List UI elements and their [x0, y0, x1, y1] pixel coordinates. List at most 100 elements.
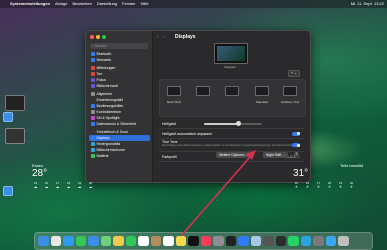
dock-app-icon[interactable]	[238, 235, 249, 247]
finder-icon-left[interactable]	[3, 112, 13, 122]
weather-widget-right[interactable]: Teile bewölkt 31° 15 ☀ 16 ☀ 17 ☀ 18 ☀ 19 ☀ 20 ☀	[293, 163, 363, 189]
dock-app-icon[interactable]	[213, 235, 224, 247]
minimize-icon[interactable]	[96, 35, 100, 39]
displays-pane: ‹ › Displays Integriert + ⌄ Mehr Platz S…	[153, 31, 310, 182]
dock-app-icon[interactable]	[138, 235, 149, 247]
brightness-slider[interactable]	[204, 121, 262, 126]
sidebar-item-label: Displays	[96, 136, 110, 140]
menu-extras: Mi. 11. Sept. 13:22	[346, 0, 384, 8]
sidebar-item-icon	[91, 148, 95, 152]
sidebar-item[interactable]: Batterie	[89, 153, 150, 159]
dock-app-icon[interactable]	[50, 235, 61, 247]
weather-icon: ☀	[294, 185, 299, 189]
menu-hilfe[interactable]: Hilfe	[141, 0, 149, 8]
screen-icon	[225, 86, 239, 96]
sidebar-item-label: Bedienungshilfen	[96, 104, 124, 108]
menu-ablage[interactable]: Ablage	[55, 0, 67, 8]
resolution-label-more-space: Mehr Platz	[166, 100, 182, 104]
auto-brightness-toggle[interactable]	[292, 131, 300, 136]
search-icon: ⌕	[92, 44, 94, 48]
forecast-hour: 16 ☀	[304, 181, 311, 189]
dock-app-icon[interactable]	[188, 235, 199, 247]
forward-button[interactable]: ›	[163, 34, 164, 39]
weather-widget-left[interactable]: Essen 28° 15 ☁ 16 ☁ 17 ☁ 18 ☁ 19 ☁ 20 ☁	[32, 163, 94, 189]
sidebar-item-icon	[91, 52, 95, 56]
dock-app-icon[interactable]	[150, 235, 161, 247]
sidebar-item-label: Schreibtisch & Dock	[96, 130, 128, 134]
back-button[interactable]: ‹	[157, 34, 158, 39]
sidebar-item-icon	[91, 136, 95, 140]
display-thumbnail[interactable]	[214, 43, 248, 64]
desktop-thumbnail-1[interactable]	[5, 95, 25, 111]
dock-app-icon[interactable]	[275, 235, 286, 247]
weather-icon: ☁	[88, 185, 93, 189]
dock-app-icon[interactable]	[175, 235, 186, 247]
weather-icon: ☀	[327, 185, 332, 189]
nav-arrows: ‹ ›	[157, 34, 165, 39]
desktop-thumbnail-2[interactable]	[5, 128, 25, 144]
dock-app-icon[interactable]	[125, 235, 136, 247]
sidebar-item-label: Datenschutz & Sicherheit	[96, 122, 136, 126]
sidebar-list: Bluetooth Netzwerk Mitteilungen Ton Fokus Bil…	[89, 51, 150, 159]
dock-app-icon[interactable]	[88, 235, 99, 247]
dock-app-icon[interactable]	[100, 235, 111, 247]
night-shift-button[interactable]: Night Shift ...	[263, 152, 288, 158]
menu-bearbeiten[interactable]: Bearbeiten	[72, 0, 91, 8]
resolution-option[interactable]	[193, 86, 213, 98]
zoom-icon[interactable]	[102, 35, 106, 39]
dock-app-icon[interactable]	[338, 235, 349, 247]
clock[interactable]: Mi. 11. Sept. 13:22	[351, 0, 384, 8]
brightness-label: Helligkeit	[162, 121, 177, 126]
forecast-hour: 19 ☀	[337, 181, 344, 189]
dock-app-icon[interactable]	[163, 235, 174, 247]
sidebar-item-label: Batterie	[96, 154, 109, 158]
advanced-options-button[interactable]: Weitere Optionen ...	[216, 152, 252, 158]
forecast-hour: 15 ☁	[32, 181, 39, 189]
brightness-fill	[204, 123, 239, 125]
color-profile-label: Farbprofil	[162, 154, 177, 159]
screen-icon	[196, 86, 210, 96]
add-display-button[interactable]: + ⌄	[288, 70, 300, 77]
sidebar-item-icon	[91, 98, 95, 102]
sidebar-item-label: Bluetooth	[96, 52, 112, 56]
menu-bar: Systemeinstellungen Ablage Bearbeiten Da…	[0, 0, 387, 8]
dock-app-icon[interactable]	[225, 235, 236, 247]
dock-app-icon[interactable]	[288, 235, 299, 247]
settings-icon-left[interactable]	[3, 186, 13, 196]
sidebar-item-icon	[91, 92, 95, 96]
dock-app-icon[interactable]	[313, 235, 324, 247]
brightness-knob[interactable]	[236, 121, 242, 126]
dock-app-icon[interactable]	[113, 235, 124, 247]
forecast-hour: 15 ☀	[293, 181, 300, 189]
weather-icon: ☀	[338, 185, 343, 189]
sidebar-item-icon	[91, 104, 95, 108]
settings-window: ⌕Suchen Bluetooth Netzwerk Mitteilungen Ton…	[85, 30, 311, 183]
dock-app-icon[interactable]	[263, 235, 274, 247]
weather-temperature: 31°	[293, 168, 309, 179]
menu-fenster[interactable]: Fenster	[122, 0, 136, 8]
dock-app-icon[interactable]	[63, 235, 74, 247]
help-button[interactable]: ?	[294, 152, 299, 157]
sidebar-item-icon	[91, 154, 95, 158]
page-title: Displays	[175, 34, 196, 40]
menu-darstellung[interactable]: Darstellung	[97, 0, 117, 8]
dock-app-icon[interactable]	[300, 235, 311, 247]
dock-app-icon[interactable]	[75, 235, 86, 247]
resolution-option[interactable]	[164, 86, 184, 98]
resolution-option[interactable]	[222, 86, 242, 98]
sidebar-item-label: Fokus	[96, 78, 107, 82]
dock-app-icon[interactable]	[325, 235, 336, 247]
dock-app-icon[interactable]	[38, 235, 49, 247]
search-placeholder: Suchen	[94, 44, 107, 48]
weather-icon: ☀	[305, 185, 310, 189]
dock-app-icon[interactable]	[250, 235, 261, 247]
brightness-row: Helligkeit	[159, 119, 304, 129]
resolution-option[interactable]	[252, 86, 272, 98]
true-tone-toggle[interactable]	[292, 143, 300, 147]
search-input[interactable]: ⌕Suchen	[90, 43, 148, 49]
weather-forecast: 15 ☁ 16 ☁ 17 ☁ 18 ☁ 19 ☁ 20 ☁	[32, 181, 94, 189]
dock-app-icon[interactable]	[200, 235, 211, 247]
close-icon[interactable]	[90, 35, 94, 39]
resolution-option[interactable]	[280, 86, 300, 98]
app-menu[interactable]: Systemeinstellungen	[10, 0, 50, 8]
